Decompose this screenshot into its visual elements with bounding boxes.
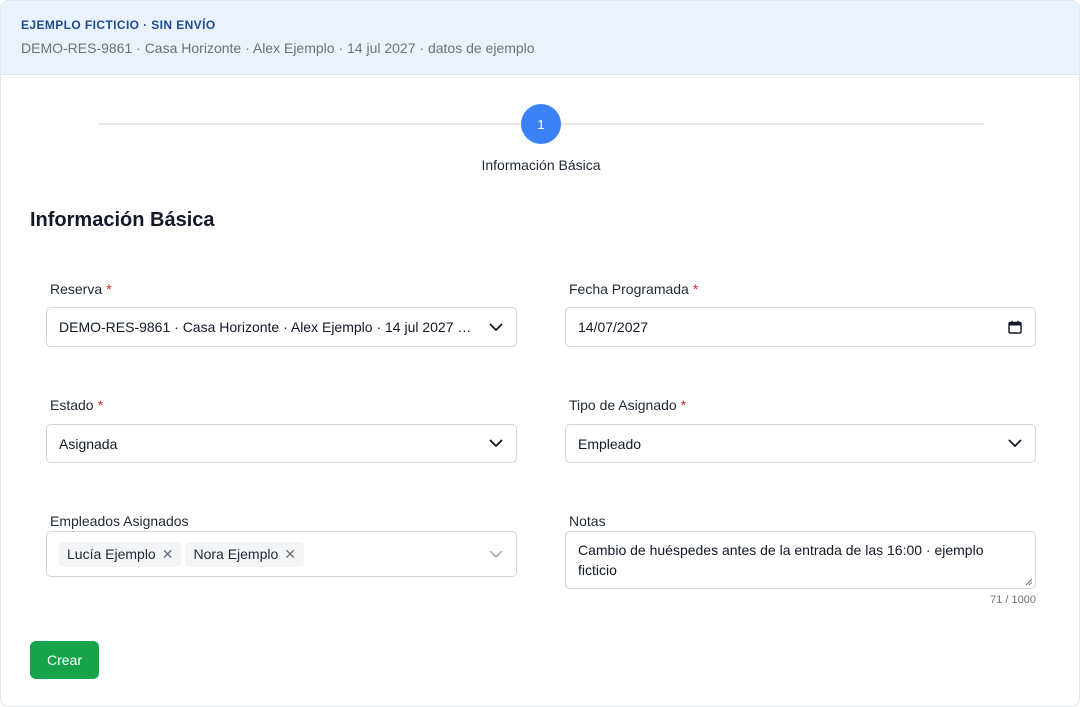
tags-container: Lucía Ejemplo ✕ Nora Ejemplo ✕: [59, 541, 476, 567]
empleados-label: Empleados Asignados: [50, 513, 189, 529]
employee-tag-label: Lucía Ejemplo: [67, 546, 156, 562]
tipo-asignado-select-value: Empleado: [578, 435, 642, 452]
employee-tag: Nora Ejemplo ✕: [185, 541, 305, 567]
reserva-select-value: DEMO-RES-9861 · Casa Horizonte · Alex Ej…: [59, 319, 476, 335]
notas-label: Notas: [569, 513, 606, 529]
banner-title: EJEMPLO FICTICIO · SIN ENVÍO: [21, 18, 216, 32]
estado-label: Estado *: [50, 397, 103, 413]
tipo-asignado-select[interactable]: Empleado: [565, 424, 1036, 463]
estado-select[interactable]: Asignada: [46, 424, 517, 463]
chevron-down-icon: [476, 308, 516, 346]
tipo-asignado-label-text: Tipo de Asignado: [569, 397, 677, 413]
empleados-label-text: Empleados Asignados: [50, 513, 189, 529]
step-1-indicator: 1: [521, 104, 561, 144]
fecha-date-value: 14/07/2027: [578, 319, 649, 335]
required-marker: *: [97, 397, 104, 413]
step-1-label: Información Básica: [481, 157, 601, 173]
notas-text: Cambio de huéspedes antes de la entrada …: [578, 542, 984, 578]
required-marker: *: [692, 281, 699, 297]
fecha-label-text: Fecha Programada: [569, 281, 689, 297]
chevron-down-icon[interactable]: [476, 532, 516, 576]
remove-tag-icon[interactable]: ✕: [162, 546, 174, 563]
demo-banner: EJEMPLO FICTICIO · SIN ENVÍO DEMO-RES-98…: [1, 1, 1079, 75]
form-frame: EJEMPLO FICTICIO · SIN ENVÍO DEMO-RES-98…: [0, 0, 1080, 707]
empleados-multiselect[interactable]: Lucía Ejemplo ✕ Nora Ejemplo ✕: [46, 531, 517, 577]
calendar-icon[interactable]: [995, 308, 1035, 346]
banner-subtitle: DEMO-RES-9861 · Casa Horizonte · Alex Ej…: [21, 40, 535, 56]
required-marker: *: [680, 397, 687, 413]
tipo-asignado-label: Tipo de Asignado *: [569, 397, 686, 413]
create-button[interactable]: Crear: [30, 641, 99, 679]
resize-handle-icon[interactable]: [1025, 578, 1033, 586]
required-marker: *: [106, 281, 112, 297]
notas-char-counter: 71 / 1000: [990, 594, 1036, 606]
employee-tag: Lucía Ejemplo ✕: [59, 541, 182, 567]
chevron-down-icon: [995, 425, 1035, 462]
fecha-date-input[interactable]: 14/07/2027: [565, 307, 1036, 347]
notas-label-text: Notas: [569, 513, 606, 529]
remove-tag-icon[interactable]: ✕: [284, 546, 296, 563]
reserva-select[interactable]: DEMO-RES-9861 · Casa Horizonte · Alex Ej…: [46, 307, 517, 347]
estado-select-value: Asignada: [59, 435, 118, 452]
notas-textarea[interactable]: Cambio de huéspedes antes de la entrada …: [565, 531, 1036, 589]
employee-tag-label: Nora Ejemplo: [193, 546, 279, 562]
section-title: Información Básica: [30, 209, 215, 231]
estado-label-text: Estado: [50, 397, 94, 413]
reserva-label: Reserva *: [50, 281, 112, 297]
chevron-down-icon: [476, 425, 516, 462]
fecha-label: Fecha Programada *: [569, 281, 698, 297]
reserva-label-text: Reserva: [50, 281, 103, 297]
